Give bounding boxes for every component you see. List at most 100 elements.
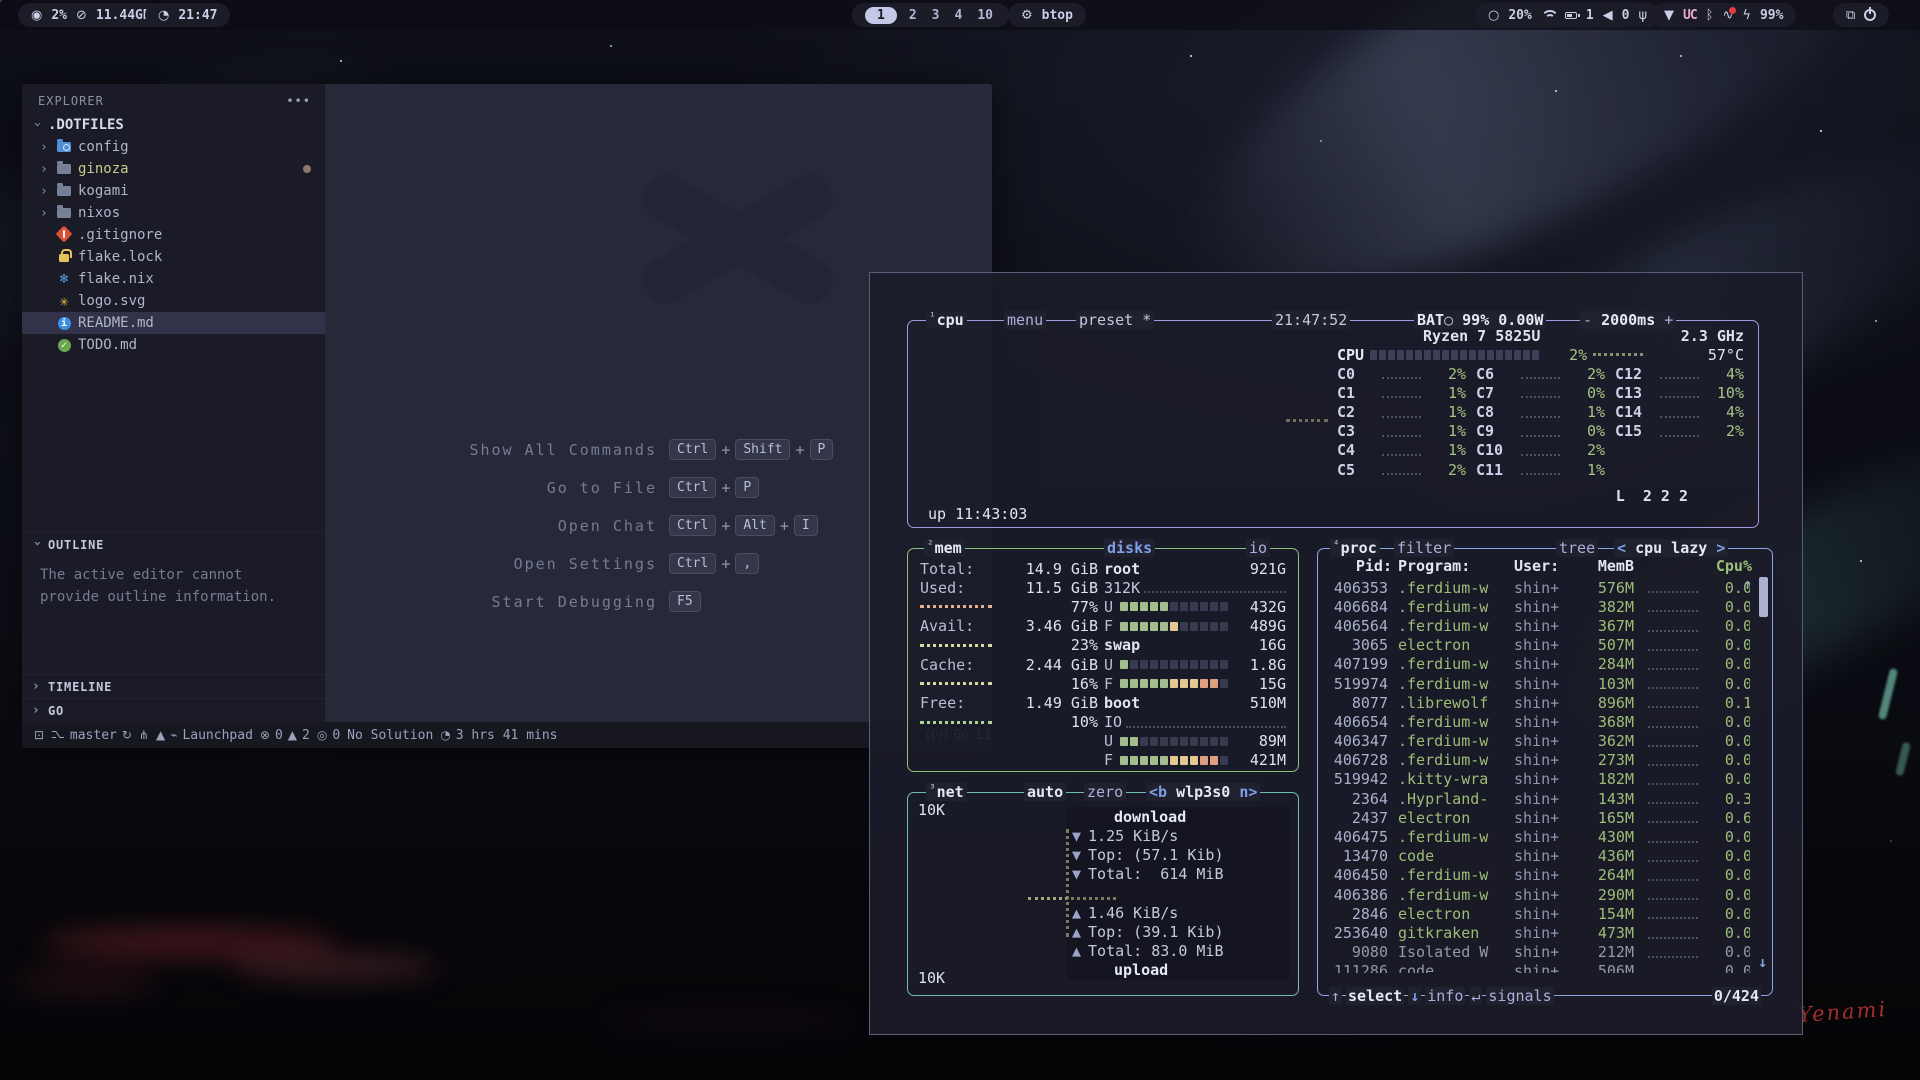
workspace-3[interactable]: 3 bbox=[929, 8, 943, 23]
core-C0: C02% bbox=[1337, 364, 1466, 383]
process-row-8077[interactable]: 8077.librewolfshin+896M0.1 bbox=[1326, 693, 1750, 712]
disk-bar-U: U1.8G bbox=[1104, 655, 1286, 674]
process-row-253640[interactable]: 253640gitkrakenshin+473M0.0 bbox=[1326, 923, 1750, 942]
process-row-3065[interactable]: 3065electronshin+507M0.0 bbox=[1326, 636, 1750, 655]
problems-button[interactable]: ⊗ 0 ▲ 2 bbox=[260, 728, 310, 743]
process-row-2364[interactable]: 2364.Hyprland-shin+143M0.3 bbox=[1326, 789, 1750, 808]
section-go[interactable]: › GO bbox=[22, 698, 325, 722]
process-row-406684[interactable]: 406684.ferdium-wshin+382M0.0 bbox=[1326, 597, 1750, 616]
sort-control[interactable]: < cpu lazy > bbox=[1614, 539, 1728, 557]
clock-pill[interactable]: ◔ 21:47 bbox=[145, 3, 230, 27]
mic-icon: ψ bbox=[1638, 8, 1647, 23]
process-row-2846[interactable]: 2846electronshin+154M0.0 bbox=[1326, 904, 1750, 923]
io-toggle[interactable]: io bbox=[1246, 539, 1270, 557]
tray-app-icon[interactable]: UC bbox=[1683, 8, 1697, 23]
remote-window-button[interactable]: ⊡ bbox=[34, 728, 44, 742]
process-row-2437[interactable]: 2437electronshin+165M0.6 bbox=[1326, 808, 1750, 827]
sort-prev[interactable]: < bbox=[1617, 539, 1626, 557]
sort-next[interactable]: > bbox=[1716, 539, 1725, 557]
session-pill[interactable]: ⧉ bbox=[1833, 3, 1889, 27]
clipboard-icon[interactable]: ⧉ bbox=[1846, 8, 1855, 23]
process-row-406564[interactable]: 406564.ferdium-wshin+367M0.0 bbox=[1326, 616, 1750, 635]
process-row-406347[interactable]: 406347.ferdium-wshin+362M0.0 bbox=[1326, 732, 1750, 751]
file-row-ginoza[interactable]: ›ginoza bbox=[22, 158, 325, 180]
iface-prev[interactable]: <b bbox=[1149, 783, 1167, 801]
menu-button[interactable]: menu bbox=[1004, 311, 1046, 329]
process-row-406728[interactable]: 406728.ferdium-wshin+273M0.0 bbox=[1326, 751, 1750, 770]
process-row-519974[interactable]: 519974.ferdium-wshin+103M0.0 bbox=[1326, 674, 1750, 693]
tab-net[interactable]: ³net bbox=[926, 783, 967, 801]
tab-mem[interactable]: ²mem bbox=[924, 539, 965, 557]
select-label[interactable]: select bbox=[1346, 987, 1404, 1005]
disks-title[interactable]: disks bbox=[1104, 539, 1155, 557]
brightness-icon: ○ bbox=[1488, 8, 1499, 23]
tab-proc[interactable]: ⁴proc bbox=[1330, 539, 1380, 557]
file-row-flake.nix[interactable]: ❄flake.nix bbox=[22, 268, 325, 290]
solution-status[interactable]: No Solution bbox=[347, 728, 433, 743]
process-row-406386[interactable]: 406386.ferdium-wshin+290M0.0 bbox=[1326, 885, 1750, 904]
system-stats-pill[interactable]: ◉ 2% ⊘ 11.44GB bbox=[18, 3, 164, 27]
net-interface-switch[interactable]: <b wlp3s0 n> bbox=[1146, 783, 1260, 801]
menu-label: menu bbox=[1007, 311, 1043, 329]
tab-cpu[interactable]: ¹cpu bbox=[926, 311, 967, 329]
info-button[interactable]: info bbox=[1425, 987, 1465, 1005]
shortcut-keys: Ctrl+Shift+P bbox=[669, 439, 833, 460]
process-row-406353[interactable]: 406353.ferdium-wshin+576M0.0 bbox=[1326, 578, 1750, 597]
cpu-bar-segment bbox=[1523, 350, 1530, 360]
iface-next[interactable]: n> bbox=[1239, 783, 1257, 801]
tray-pill[interactable]: ▼ UC ᛒ ∿ ϟ 99% bbox=[1651, 3, 1796, 27]
upload-stat: ▲Top: (39.1 Kib) bbox=[1072, 922, 1284, 941]
process-row-111286[interactable]: 111286codeshin+506M0.0 bbox=[1326, 962, 1750, 973]
workspace-10[interactable]: 10 bbox=[974, 8, 996, 23]
core-C15: C152% bbox=[1615, 422, 1744, 441]
file-row-logo.svg[interactable]: ✳logo.svg bbox=[22, 290, 325, 312]
proc-scrollbar[interactable] bbox=[1759, 577, 1768, 617]
file-row-.gitignore[interactable]: .gitignore bbox=[22, 224, 325, 246]
section-timeline[interactable]: › TIMELINE bbox=[22, 674, 325, 698]
preset-button[interactable]: preset * bbox=[1076, 311, 1154, 329]
process-row-13470[interactable]: 13470codeshin+436M0.0 bbox=[1326, 847, 1750, 866]
mem-used: Used:11.5 GiB bbox=[920, 578, 1098, 597]
recorder-icon[interactable]: ∿ bbox=[1722, 8, 1733, 23]
workspace-2[interactable]: 2 bbox=[906, 8, 920, 23]
process-row-406475[interactable]: 406475.ferdium-wshin+430M0.0 bbox=[1326, 827, 1750, 846]
feedback-button[interactable]: ◎ 0 bbox=[317, 728, 340, 743]
more-actions-icon[interactable]: ••• bbox=[286, 94, 311, 108]
file-row-TODO.md[interactable]: ✓TODO.md bbox=[22, 334, 325, 356]
folder-icon-folder bbox=[56, 161, 72, 178]
workspace-4[interactable]: 4 bbox=[951, 8, 965, 23]
filter-button[interactable]: filter bbox=[1394, 539, 1454, 557]
scroll-down-icon[interactable]: ↓ bbox=[1758, 953, 1767, 971]
workspace-1[interactable]: 1 bbox=[865, 7, 897, 24]
net-zero-button[interactable]: zero bbox=[1084, 783, 1126, 801]
launchpad-button[interactable]: ▲ ⌁ Launchpad bbox=[156, 728, 253, 743]
process-row-406450[interactable]: 406450.ferdium-wshin+264M0.0 bbox=[1326, 866, 1750, 885]
select-down-icon[interactable]: ↓ bbox=[1408, 987, 1421, 1005]
process-row-9080[interactable]: 9080Isolated Wshin+212M0.0 bbox=[1326, 943, 1750, 962]
tree-root[interactable]: ›.DOTFILES bbox=[22, 114, 325, 136]
explorer-title: EXPLORER bbox=[38, 94, 104, 108]
hardware-pill[interactable]: ○ 20% 1 ◀ 0 ψ bbox=[1475, 3, 1660, 27]
file-row-kogami[interactable]: ›kogami bbox=[22, 180, 325, 202]
branch-name: master bbox=[70, 728, 117, 743]
file-row-nixos[interactable]: ›nixos bbox=[22, 202, 325, 224]
time-tracker[interactable]: ◔ 3 hrs 41 mins bbox=[440, 728, 557, 743]
section-outline[interactable]: › OUTLINE bbox=[22, 532, 325, 556]
file-icon-info: i bbox=[56, 314, 72, 332]
process-row-407199[interactable]: 407199.ferdium-wshin+284M0.0 bbox=[1326, 655, 1750, 674]
disk-stats: root921G312KU432GF489Gswap16GU1.8GF15Gbo… bbox=[1104, 559, 1286, 770]
file-row-README.md[interactable]: iREADME.md bbox=[22, 312, 325, 334]
file-row-flake.lock[interactable]: flake.lock bbox=[22, 246, 325, 268]
power-icon[interactable] bbox=[1864, 9, 1876, 21]
signals-button[interactable]: signals bbox=[1486, 987, 1553, 1005]
select-up-icon[interactable]: ↑ bbox=[1329, 987, 1342, 1005]
pipeline-button[interactable]: ⋔ bbox=[139, 728, 149, 742]
file-row-config[interactable]: ›config bbox=[22, 136, 325, 158]
tree-toggle[interactable]: tree bbox=[1556, 539, 1598, 557]
git-branch-button[interactable]: ⌥ master ↻ bbox=[51, 728, 132, 743]
window-title-pill[interactable]: ⚙ btop bbox=[1008, 3, 1086, 27]
bluetooth-icon[interactable]: ᛒ bbox=[1706, 8, 1714, 23]
process-row-519942[interactable]: 519942.kitty-wrashin+182M0.0 bbox=[1326, 770, 1750, 789]
process-row-406654[interactable]: 406654.ferdium-wshin+368M0.0 bbox=[1326, 712, 1750, 731]
net-auto-button[interactable]: auto bbox=[1024, 783, 1066, 801]
